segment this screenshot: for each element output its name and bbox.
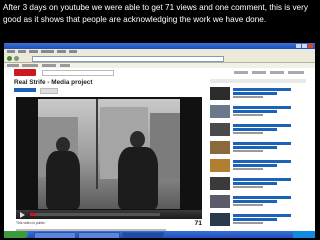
browser-screenshot: Real Strife - Media project This video i… xyxy=(4,43,315,238)
window-controls[interactable] xyxy=(296,44,313,48)
taskbar-item[interactable] xyxy=(78,232,120,238)
system-tray xyxy=(293,231,315,238)
player-controls xyxy=(16,210,202,219)
related-video-item[interactable] xyxy=(210,123,306,137)
search-input[interactable] xyxy=(42,70,114,76)
subscribe-button[interactable] xyxy=(40,88,58,94)
related-video-item[interactable] xyxy=(210,87,306,101)
uploader-link[interactable] xyxy=(14,88,36,92)
youtube-header xyxy=(4,68,315,78)
forward-icon[interactable] xyxy=(14,56,19,61)
youtube-logo[interactable] xyxy=(14,69,36,76)
address-bar xyxy=(4,55,315,63)
play-icon[interactable] xyxy=(20,212,25,218)
related-videos xyxy=(210,79,306,237)
video-frame xyxy=(38,99,180,209)
url-field[interactable] xyxy=(32,56,224,62)
slide-caption: After 3 days on youtube we were able to … xyxy=(3,3,308,24)
sidebar-header xyxy=(210,79,306,83)
public-note: This video is public. xyxy=(16,221,46,225)
windows-taskbar xyxy=(4,231,315,238)
related-video-item[interactable] xyxy=(210,213,306,227)
related-video-item[interactable] xyxy=(210,105,306,119)
related-video-item[interactable] xyxy=(210,177,306,191)
view-count: 71 xyxy=(194,220,202,227)
maximize-icon[interactable] xyxy=(302,44,307,48)
start-button[interactable] xyxy=(4,231,28,238)
taskbar-item[interactable] xyxy=(34,232,76,238)
video-player[interactable] xyxy=(16,97,202,219)
taskbar-item[interactable] xyxy=(122,232,164,238)
related-video-item[interactable] xyxy=(210,141,306,155)
minimize-icon[interactable] xyxy=(296,44,301,48)
progress-bar[interactable] xyxy=(30,213,160,216)
video-title: Real Strife - Media project xyxy=(14,79,93,86)
close-icon[interactable] xyxy=(308,44,313,48)
related-video-item[interactable] xyxy=(210,195,306,209)
related-video-item[interactable] xyxy=(210,159,306,173)
back-icon[interactable] xyxy=(7,56,12,61)
